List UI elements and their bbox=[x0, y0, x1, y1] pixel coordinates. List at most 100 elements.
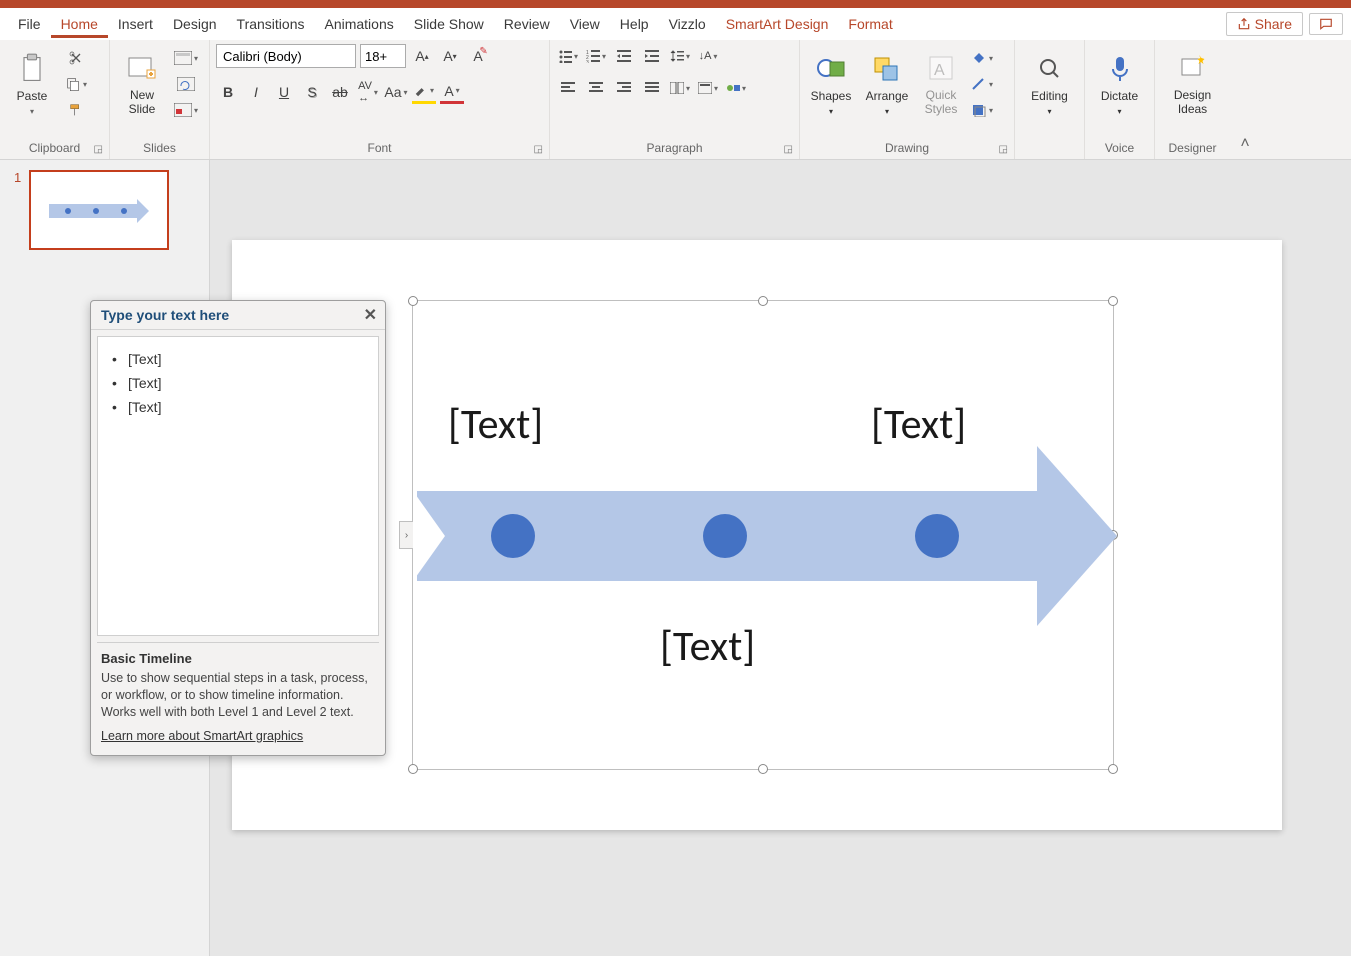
menu-bar: File Home Insert Design Transitions Anim… bbox=[0, 8, 1351, 40]
font-color-button[interactable]: A bbox=[440, 80, 464, 104]
char-spacing-button[interactable]: AV↔ bbox=[356, 80, 380, 104]
layout-button[interactable] bbox=[174, 48, 198, 68]
align-left-button[interactable] bbox=[556, 76, 580, 100]
reset-slide-button[interactable] bbox=[174, 74, 198, 94]
shadow-button[interactable]: S bbox=[300, 80, 324, 104]
shape-outline-button[interactable] bbox=[970, 74, 994, 94]
find-icon bbox=[1034, 53, 1066, 85]
resize-handle[interactable] bbox=[408, 296, 418, 306]
smartart-convert-button[interactable] bbox=[724, 76, 748, 100]
quick-styles-icon: A bbox=[925, 52, 957, 84]
timeline-text-1[interactable]: [Text] bbox=[448, 399, 543, 450]
tab-help[interactable]: Help bbox=[610, 10, 659, 38]
slide[interactable]: › [Text] [Text] [Text] bbox=[232, 240, 1282, 830]
timeline-arrow-notch bbox=[413, 491, 445, 581]
justify-button[interactable] bbox=[640, 76, 664, 100]
group-voice: Dictate▾ Voice bbox=[1085, 40, 1155, 159]
font-size-input[interactable] bbox=[360, 44, 406, 68]
shape-fill-button[interactable] bbox=[970, 48, 994, 68]
resize-handle[interactable] bbox=[408, 764, 418, 774]
columns-button[interactable] bbox=[668, 76, 692, 100]
tab-transitions[interactable]: Transitions bbox=[227, 10, 315, 38]
section-button[interactable] bbox=[174, 100, 198, 120]
slide-thumbnail-1[interactable] bbox=[29, 170, 169, 250]
clipboard-launcher[interactable]: ◲ bbox=[94, 144, 103, 155]
format-painter-button[interactable] bbox=[64, 100, 88, 120]
resize-handle[interactable] bbox=[758, 764, 768, 774]
cut-button[interactable] bbox=[64, 48, 88, 68]
font-name-input[interactable] bbox=[216, 44, 356, 68]
text-pane-item[interactable]: [Text] bbox=[112, 395, 364, 419]
arrange-button[interactable]: Arrange▾ bbox=[862, 44, 912, 124]
line-spacing-button[interactable] bbox=[668, 44, 692, 68]
align-text-button[interactable] bbox=[696, 76, 720, 100]
group-drawing: Shapes▾ Arrange▾ A Quick Styles Drawing◲ bbox=[800, 40, 1015, 159]
align-center-button[interactable] bbox=[584, 76, 608, 100]
tab-animations[interactable]: Animations bbox=[314, 10, 403, 38]
new-slide-button[interactable]: New Slide bbox=[116, 44, 168, 124]
learn-more-link[interactable]: Learn more about SmartArt graphics bbox=[101, 729, 375, 743]
shape-effects-button[interactable] bbox=[970, 100, 994, 120]
bold-button[interactable]: B bbox=[216, 80, 240, 104]
numbering-button[interactable]: 123 bbox=[584, 44, 608, 68]
editing-button[interactable]: Editing▾ bbox=[1024, 44, 1076, 124]
paragraph-launcher[interactable]: ◲ bbox=[784, 144, 793, 155]
highlight-button[interactable] bbox=[412, 80, 436, 104]
resize-handle[interactable] bbox=[758, 296, 768, 306]
arrange-label: Arrange bbox=[866, 89, 909, 103]
clear-format-button[interactable]: A✎ bbox=[466, 44, 490, 68]
timeline-node-3[interactable] bbox=[915, 514, 959, 558]
font-launcher[interactable]: ◲ bbox=[534, 144, 543, 155]
tab-file[interactable]: File bbox=[8, 10, 51, 38]
tab-design[interactable]: Design bbox=[163, 10, 227, 38]
tab-insert[interactable]: Insert bbox=[108, 10, 163, 38]
underline-button[interactable]: U bbox=[272, 80, 296, 104]
copy-button[interactable] bbox=[64, 74, 88, 94]
tab-home[interactable]: Home bbox=[51, 10, 108, 38]
design-ideas-button[interactable]: Design Ideas bbox=[1167, 44, 1219, 124]
tab-slideshow[interactable]: Slide Show bbox=[404, 10, 494, 38]
close-icon[interactable]: ✕ bbox=[364, 305, 377, 325]
strike-button[interactable]: ab bbox=[328, 80, 352, 104]
comments-button[interactable] bbox=[1309, 13, 1343, 35]
clipboard-icon bbox=[16, 53, 48, 85]
tab-view[interactable]: View bbox=[560, 10, 610, 38]
arrange-icon bbox=[871, 53, 903, 85]
align-right-button[interactable] bbox=[612, 76, 636, 100]
resize-handle[interactable] bbox=[1108, 764, 1118, 774]
resize-handle[interactable] bbox=[1108, 296, 1118, 306]
timeline-text-2[interactable]: [Text] bbox=[660, 621, 755, 672]
tab-review[interactable]: Review bbox=[494, 10, 560, 38]
share-icon bbox=[1237, 17, 1251, 31]
tab-vizzlo[interactable]: Vizzlo bbox=[659, 10, 716, 38]
tab-format[interactable]: Format bbox=[838, 10, 902, 38]
timeline-node-2[interactable] bbox=[703, 514, 747, 558]
text-direction-button[interactable]: ↓A bbox=[696, 44, 720, 68]
text-pane-list[interactable]: [Text] [Text] [Text] bbox=[97, 336, 379, 636]
change-case-button[interactable]: Aa bbox=[384, 80, 408, 104]
bullets-button[interactable] bbox=[556, 44, 580, 68]
timeline-node-1[interactable] bbox=[491, 514, 535, 558]
paste-button[interactable]: Paste ▾ bbox=[6, 44, 58, 124]
italic-button[interactable]: I bbox=[244, 80, 268, 104]
dictate-button[interactable]: Dictate▾ bbox=[1094, 44, 1146, 124]
indent-decrease-button[interactable] bbox=[612, 44, 636, 68]
shapes-button[interactable]: Shapes▾ bbox=[806, 44, 856, 124]
share-button[interactable]: Share bbox=[1226, 12, 1303, 36]
text-pane-item[interactable]: [Text] bbox=[112, 371, 364, 395]
text-pane-toggle[interactable]: › bbox=[399, 521, 413, 549]
editing-group-label bbox=[1021, 153, 1078, 157]
smartart-text-pane[interactable]: Type your text here ✕ [Text] [Text] [Tex… bbox=[90, 300, 386, 756]
indent-increase-button[interactable] bbox=[640, 44, 664, 68]
text-pane-item[interactable]: [Text] bbox=[112, 347, 364, 371]
grow-font-button[interactable]: A▴ bbox=[410, 44, 434, 68]
timeline-text-3[interactable]: [Text] bbox=[871, 399, 966, 450]
quick-styles-button[interactable]: A Quick Styles bbox=[918, 44, 964, 124]
tab-smartart-design[interactable]: SmartArt Design bbox=[716, 10, 839, 38]
group-paragraph: 123 ↓A Paragraph◲ bbox=[550, 40, 800, 159]
drawing-launcher[interactable]: ◲ bbox=[999, 144, 1008, 155]
smartart-selection[interactable]: › [Text] [Text] [Text] bbox=[412, 300, 1114, 770]
text-pane-title: Type your text here bbox=[101, 307, 229, 323]
shrink-font-button[interactable]: A▾ bbox=[438, 44, 462, 68]
collapse-ribbon-button[interactable]: ˄ bbox=[1230, 40, 1260, 159]
